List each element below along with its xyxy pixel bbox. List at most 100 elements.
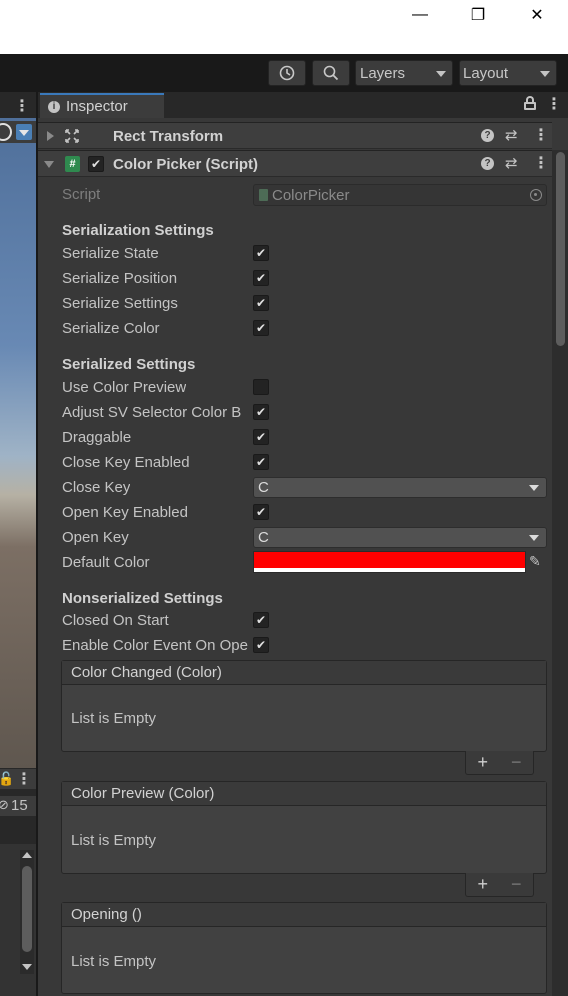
field-label: Adjust SV Selector Color B [62, 404, 242, 421]
object-picker-icon[interactable] [530, 189, 542, 201]
default-color-swatch[interactable] [253, 551, 526, 573]
lock-icon[interactable] [524, 96, 536, 110]
gizmo-dropdown[interactable] [16, 124, 32, 140]
use-color-preview-checkbox[interactable] [253, 379, 269, 395]
event-empty-text: List is Empty [71, 710, 157, 727]
more-options-icon[interactable]: ⋮ [533, 125, 549, 145]
close-window-button[interactable]: ✕ [514, 0, 560, 30]
field-label: Serialize State [62, 245, 159, 262]
scrollbar-thumb[interactable] [22, 866, 32, 952]
field-label: Default Color [62, 554, 150, 571]
scene-view[interactable] [0, 118, 36, 768]
layout-dropdown[interactable]: Layout [459, 60, 557, 86]
open-key-dropdown[interactable]: C [253, 527, 547, 548]
lock-icon[interactable]: 🔓 [0, 771, 14, 787]
field-label: Close Key [62, 479, 131, 496]
rect-transform-icon [65, 129, 79, 143]
close-key-enabled-checkbox[interactable]: ✔ [253, 454, 269, 470]
scroll-down-icon[interactable] [22, 964, 32, 970]
eye-hidden-icon: ⊘ [0, 797, 9, 812]
more-options-icon[interactable]: ⋮ [533, 153, 549, 173]
field-label: Serialize Position [62, 270, 178, 287]
field-label: Draggable [62, 429, 132, 446]
remove-listener-button[interactable]: − [511, 752, 522, 773]
more-options-icon[interactable]: ⋮ [14, 96, 30, 116]
hidden-count: 15 [11, 797, 28, 814]
chevron-down-icon[interactable] [44, 161, 54, 168]
search-icon [323, 65, 339, 81]
chevron-right-icon[interactable] [47, 131, 54, 141]
unity-toolbar: Layers Layout [0, 54, 568, 92]
eyedropper-icon[interactable]: ✎ [529, 553, 541, 570]
component-title: Rect Transform [113, 128, 224, 145]
preset-icon[interactable]: ⇄ [505, 154, 518, 172]
alpha-bar [254, 568, 525, 572]
script-icon: # [65, 156, 80, 172]
add-listener-button[interactable]: + [477, 752, 488, 773]
close-key-dropdown[interactable]: C [253, 477, 547, 498]
history-icon [279, 65, 295, 81]
event-title: Opening () [62, 903, 546, 927]
closed-on-start-checkbox[interactable]: ✔ [253, 612, 269, 628]
history-button[interactable] [268, 60, 306, 86]
field-label: Serialize Color [62, 320, 160, 337]
add-listener-button[interactable]: + [477, 874, 488, 895]
info-icon: i [48, 100, 60, 113]
event-title: Color Preview (Color) [62, 782, 546, 806]
field-label: Closed On Start [62, 612, 169, 629]
serialize-state-checkbox[interactable]: ✔ [253, 245, 269, 261]
field-label: Use Color Preview [62, 379, 187, 396]
layout-label: Layout [463, 64, 509, 82]
section-title: Serialization Settings [62, 222, 214, 239]
help-icon[interactable]: ? [481, 129, 494, 142]
draggable-checkbox[interactable]: ✔ [253, 429, 269, 445]
more-options-icon[interactable]: ⋮ [16, 769, 32, 789]
chevron-down-icon [529, 485, 539, 491]
event-list-controls: + − [465, 751, 534, 775]
serialize-settings-checkbox[interactable]: ✔ [253, 295, 269, 311]
help-icon[interactable]: ? [481, 157, 494, 170]
field-label: Open Key Enabled [62, 504, 188, 521]
serialize-position-checkbox[interactable]: ✔ [253, 270, 269, 286]
search-button[interactable] [312, 60, 350, 86]
maximize-button[interactable]: ❐ [455, 0, 501, 30]
open-key-enabled-checkbox[interactable]: ✔ [253, 504, 269, 520]
color-picker-header[interactable]: # ✔ Color Picker (Script) ? ⇄ ⋮ [38, 150, 552, 177]
global-icon[interactable] [0, 123, 12, 141]
tab-label: Inspector [66, 98, 128, 115]
chevron-down-icon [19, 130, 29, 136]
script-label: Script [62, 186, 101, 203]
event-list-controls: + − [465, 873, 534, 897]
remove-listener-button[interactable]: − [511, 874, 522, 895]
script-field[interactable]: ColorPicker [253, 184, 547, 206]
scrollbar-thumb[interactable] [556, 152, 565, 346]
component-enabled-checkbox[interactable]: ✔ [88, 156, 104, 172]
section-title: Nonserialized Settings [62, 590, 223, 607]
color-preview-event: Color Preview (Color) List is Empty [61, 781, 547, 874]
preset-icon[interactable]: ⇄ [505, 126, 518, 144]
window-title-bar: — ❐ ✕ [0, 0, 568, 54]
hierarchy-header: 🔓 ⋮ [0, 769, 36, 789]
hierarchy-scrollbar[interactable] [20, 850, 34, 974]
serialize-color-checkbox[interactable]: ✔ [253, 320, 269, 336]
close-icon: ✕ [530, 7, 544, 24]
hidden-count-bar: ⊘ 15 [0, 796, 36, 816]
component-title: Color Picker (Script) [113, 156, 259, 173]
scroll-up-icon[interactable] [22, 852, 32, 858]
tab-inspector[interactable]: i Inspector [40, 93, 164, 118]
chevron-down-icon [529, 535, 539, 541]
minimize-button[interactable]: — [397, 0, 443, 30]
dropdown-value: C [258, 529, 269, 546]
section-title: Serialized Settings [62, 356, 196, 373]
script-value: ColorPicker [272, 187, 350, 204]
layers-dropdown[interactable]: Layers [355, 60, 453, 86]
more-options-icon[interactable]: ⋮ [546, 94, 562, 114]
dropdown-value: C [258, 479, 269, 496]
chevron-down-icon [436, 71, 446, 77]
event-empty-text: List is Empty [71, 832, 157, 849]
adjust-sv-checkbox[interactable]: ✔ [253, 404, 269, 420]
rect-transform-header[interactable]: Rect Transform ? ⇄ ⋮ [38, 122, 552, 149]
event-empty-text: List is Empty [71, 953, 157, 970]
enable-color-event-checkbox[interactable]: ✔ [253, 637, 269, 653]
layers-label: Layers [360, 64, 406, 82]
